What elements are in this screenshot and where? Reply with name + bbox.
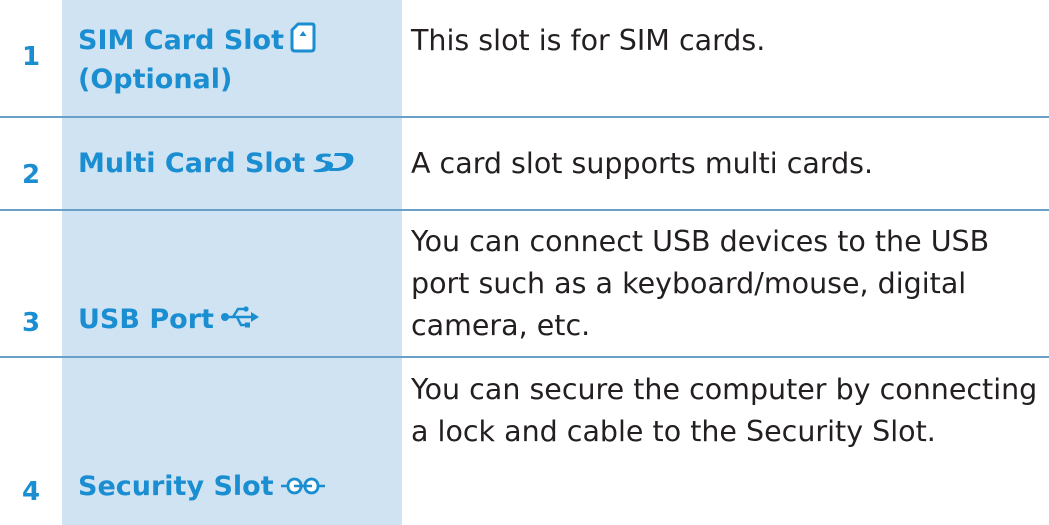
table-row: 3 USB Port You can connect USB devices t… bbox=[0, 211, 1049, 356]
row-number: 2 bbox=[21, 160, 41, 190]
table-row: 4 Security Slot You can secure the compu… bbox=[0, 358, 1049, 525]
port-description-table: 1 SIM Card Slot (Optional) This slot is … bbox=[0, 0, 1049, 525]
port-description: This slot is for SIM cards. bbox=[411, 24, 766, 57]
usb-icon bbox=[220, 303, 260, 338]
row-number: 4 bbox=[21, 477, 41, 507]
port-name: USB Port bbox=[78, 304, 214, 335]
table-row: 2 Multi Card Slot A card slot supports m… bbox=[0, 118, 1049, 209]
sim-card-icon bbox=[290, 21, 316, 62]
port-name-cell: SIM Card Slot (Optional) bbox=[62, 0, 402, 116]
port-name: Security Slot bbox=[78, 471, 274, 502]
port-description: You can secure the computer by connectin… bbox=[411, 373, 1038, 448]
port-description: A card slot supports multi cards. bbox=[411, 146, 874, 180]
port-name: Multi Card Slot bbox=[78, 147, 306, 179]
port-name-qualifier: (Optional) bbox=[78, 64, 233, 95]
row-number: 3 bbox=[21, 308, 41, 338]
port-name: SIM Card Slot bbox=[78, 25, 284, 56]
port-name-cell: Multi Card Slot bbox=[62, 118, 402, 209]
row-number: 1 bbox=[21, 42, 41, 72]
sd-card-icon bbox=[311, 147, 355, 182]
port-name-cell: Security Slot bbox=[62, 358, 402, 525]
security-lock-icon bbox=[280, 470, 326, 505]
table-row: 1 SIM Card Slot (Optional) This slot is … bbox=[0, 0, 1049, 116]
port-description: You can connect USB devices to the USB p… bbox=[411, 224, 990, 342]
port-name-cell: USB Port bbox=[62, 211, 402, 356]
